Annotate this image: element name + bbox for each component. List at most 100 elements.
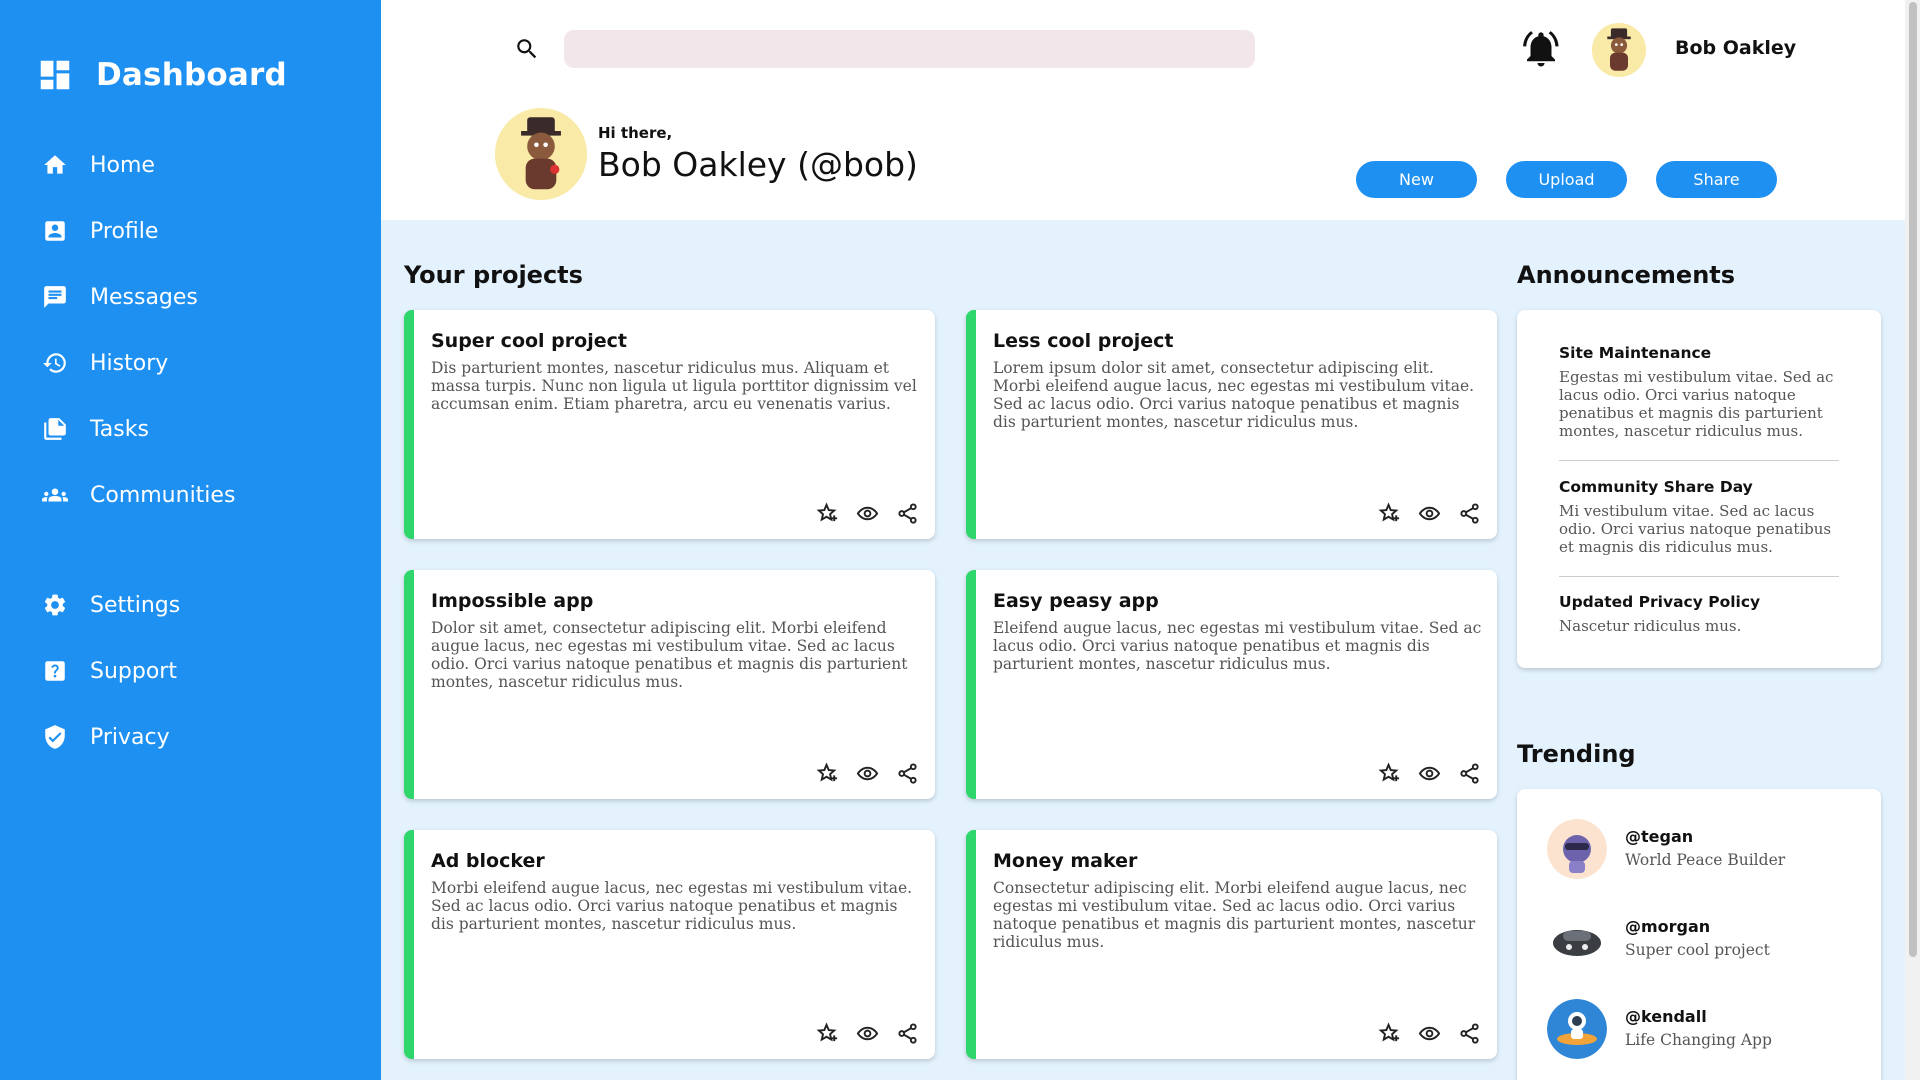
- trending-item[interactable]: @tegan World Peace Builder: [1547, 819, 1867, 879]
- trending-description: Life Changing App: [1625, 1031, 1772, 1049]
- project-card[interactable]: Less cool project Lorem ipsum dolor sit …: [966, 310, 1497, 539]
- sidebar-item-label: Settings: [90, 592, 181, 618]
- header: Bob Oakley Hi there, Bob Oakley (@bob) N…: [381, 0, 1905, 220]
- avatar[interactable]: [1592, 23, 1646, 77]
- project-title: Impossible app: [431, 590, 594, 612]
- project-title: Less cool project: [993, 330, 1174, 352]
- announcement-title: Community Share Day: [1559, 478, 1753, 496]
- star-add-icon[interactable]: [1378, 502, 1401, 525]
- sidebar-item-settings[interactable]: Settings: [0, 572, 381, 638]
- bear-avatar-icon: [495, 108, 587, 200]
- announcement-item[interactable]: Updated Privacy Policy Nascetur ridiculu…: [1559, 593, 1839, 635]
- sidebar-item-messages[interactable]: Messages: [0, 264, 381, 330]
- sidebar-item-label: Tasks: [90, 416, 149, 442]
- avatar: [1547, 819, 1607, 879]
- watch-icon[interactable]: [1418, 762, 1441, 785]
- raccoon-avatar-icon: [1547, 819, 1607, 879]
- profile-icon: [42, 218, 68, 244]
- sidebar-item-label: Profile: [90, 218, 159, 244]
- trending-handle: @morgan: [1625, 917, 1711, 936]
- sidebar-item-label: Communities: [90, 482, 236, 508]
- project-description: Eleifend augue lacus, nec egestas mi ves…: [993, 619, 1482, 673]
- project-title: Ad blocker: [431, 850, 545, 872]
- gear-icon: [42, 592, 68, 618]
- star-add-icon[interactable]: [816, 1022, 839, 1045]
- announcements-title: Announcements: [1517, 261, 1736, 289]
- announcement-title: Site Maintenance: [1559, 344, 1712, 362]
- project-card[interactable]: Impossible app Dolor sit amet, consectet…: [404, 570, 935, 799]
- star-add-icon[interactable]: [1378, 762, 1401, 785]
- trending-panel: @tegan World Peace Builder @morgan Super…: [1517, 789, 1881, 1080]
- share-icon[interactable]: [1458, 502, 1481, 525]
- star-add-icon[interactable]: [816, 762, 839, 785]
- dashboard-icon: [40, 60, 70, 90]
- sidebar-item-label: Privacy: [90, 724, 170, 750]
- sidebar-item-tasks[interactable]: Tasks: [0, 396, 381, 462]
- share-icon[interactable]: [1458, 762, 1481, 785]
- project-card[interactable]: Money maker Consectetur adipiscing elit.…: [966, 830, 1497, 1059]
- sidebar-item-history[interactable]: History: [0, 330, 381, 396]
- project-description: Dis parturient montes, nascetur ridiculu…: [431, 359, 917, 413]
- watch-icon[interactable]: [1418, 1022, 1441, 1045]
- project-title: Money maker: [993, 850, 1138, 872]
- trending-description: World Peace Builder: [1625, 851, 1786, 869]
- share-button[interactable]: Share: [1656, 161, 1777, 198]
- share-icon[interactable]: [896, 502, 919, 525]
- card-actions: [1378, 502, 1481, 525]
- primary-nav: Home Profile Messages History Tasks Comm…: [0, 132, 381, 528]
- card-actions: [1378, 1022, 1481, 1045]
- new-button[interactable]: New: [1356, 161, 1477, 198]
- project-description: Morbi eleifend augue lacus, nec egestas …: [431, 879, 913, 933]
- brand[interactable]: Dashboard: [36, 56, 287, 94]
- trending-handle: @tegan: [1625, 827, 1694, 846]
- scroll-thumb[interactable]: [1909, 2, 1917, 957]
- sidebar-item-privacy[interactable]: Privacy: [0, 704, 381, 770]
- announcement-item[interactable]: Site Maintenance Egestas mi vestibulum v…: [1559, 344, 1839, 440]
- communities-icon: [42, 482, 68, 508]
- trending-title: Trending: [1517, 740, 1636, 768]
- scrollbar[interactable]: [1905, 0, 1920, 1080]
- sidebar-item-home[interactable]: Home: [0, 132, 381, 198]
- project-description: Dolor sit amet, consectetur adipiscing e…: [431, 619, 908, 691]
- announcement-title: Updated Privacy Policy: [1559, 593, 1761, 611]
- secondary-nav: Settings Support Privacy: [0, 572, 381, 770]
- watch-icon[interactable]: [856, 502, 879, 525]
- announcement-body: Nascetur ridiculus mus.: [1559, 617, 1742, 635]
- sidebar-item-profile[interactable]: Profile: [0, 198, 381, 264]
- bear-avatar-icon: [1592, 23, 1646, 77]
- watch-icon[interactable]: [856, 762, 879, 785]
- upload-button[interactable]: Upload: [1506, 161, 1627, 198]
- search-input[interactable]: [564, 30, 1255, 68]
- share-icon[interactable]: [896, 1022, 919, 1045]
- project-card[interactable]: Ad blocker Morbi eleifend augue lacus, n…: [404, 830, 935, 1059]
- sidebar-item-label: Support: [90, 658, 177, 684]
- trending-item[interactable]: @kendall Life Changing App: [1547, 999, 1867, 1059]
- card-actions: [816, 502, 919, 525]
- home-icon: [42, 152, 68, 178]
- trending-item[interactable]: @morgan Super cool project: [1547, 909, 1867, 969]
- watch-icon[interactable]: [1418, 502, 1441, 525]
- announcements-panel: Site Maintenance Egestas mi vestibulum v…: [1517, 310, 1881, 668]
- sidebar-item-support[interactable]: Support: [0, 638, 381, 704]
- star-add-icon[interactable]: [816, 502, 839, 525]
- profile-name: Bob Oakley (@bob): [598, 145, 918, 184]
- announcement-item[interactable]: Community Share Day Mi vestibulum vitae.…: [1559, 478, 1839, 556]
- card-actions: [1378, 762, 1481, 785]
- sidebar-item-label: History: [90, 350, 169, 376]
- divider: [1559, 460, 1839, 461]
- trending-handle: @kendall: [1625, 1007, 1707, 1026]
- project-title: Super cool project: [431, 330, 627, 352]
- bell-icon[interactable]: [1520, 28, 1562, 70]
- star-add-icon[interactable]: [1378, 1022, 1401, 1045]
- project-description: Consectetur adipiscing elit. Morbi eleif…: [993, 879, 1476, 951]
- project-card[interactable]: Super cool project Dis parturient montes…: [404, 310, 935, 539]
- tasks-icon: [42, 416, 68, 442]
- project-card[interactable]: Easy peasy app Eleifend augue lacus, nec…: [966, 570, 1497, 799]
- sidebar-item-label: Home: [90, 152, 155, 178]
- watch-icon[interactable]: [856, 1022, 879, 1045]
- sidebar-item-communities[interactable]: Communities: [0, 462, 381, 528]
- share-icon[interactable]: [1458, 1022, 1481, 1045]
- username[interactable]: Bob Oakley: [1675, 37, 1796, 59]
- share-icon[interactable]: [896, 762, 919, 785]
- search-icon[interactable]: [514, 36, 540, 62]
